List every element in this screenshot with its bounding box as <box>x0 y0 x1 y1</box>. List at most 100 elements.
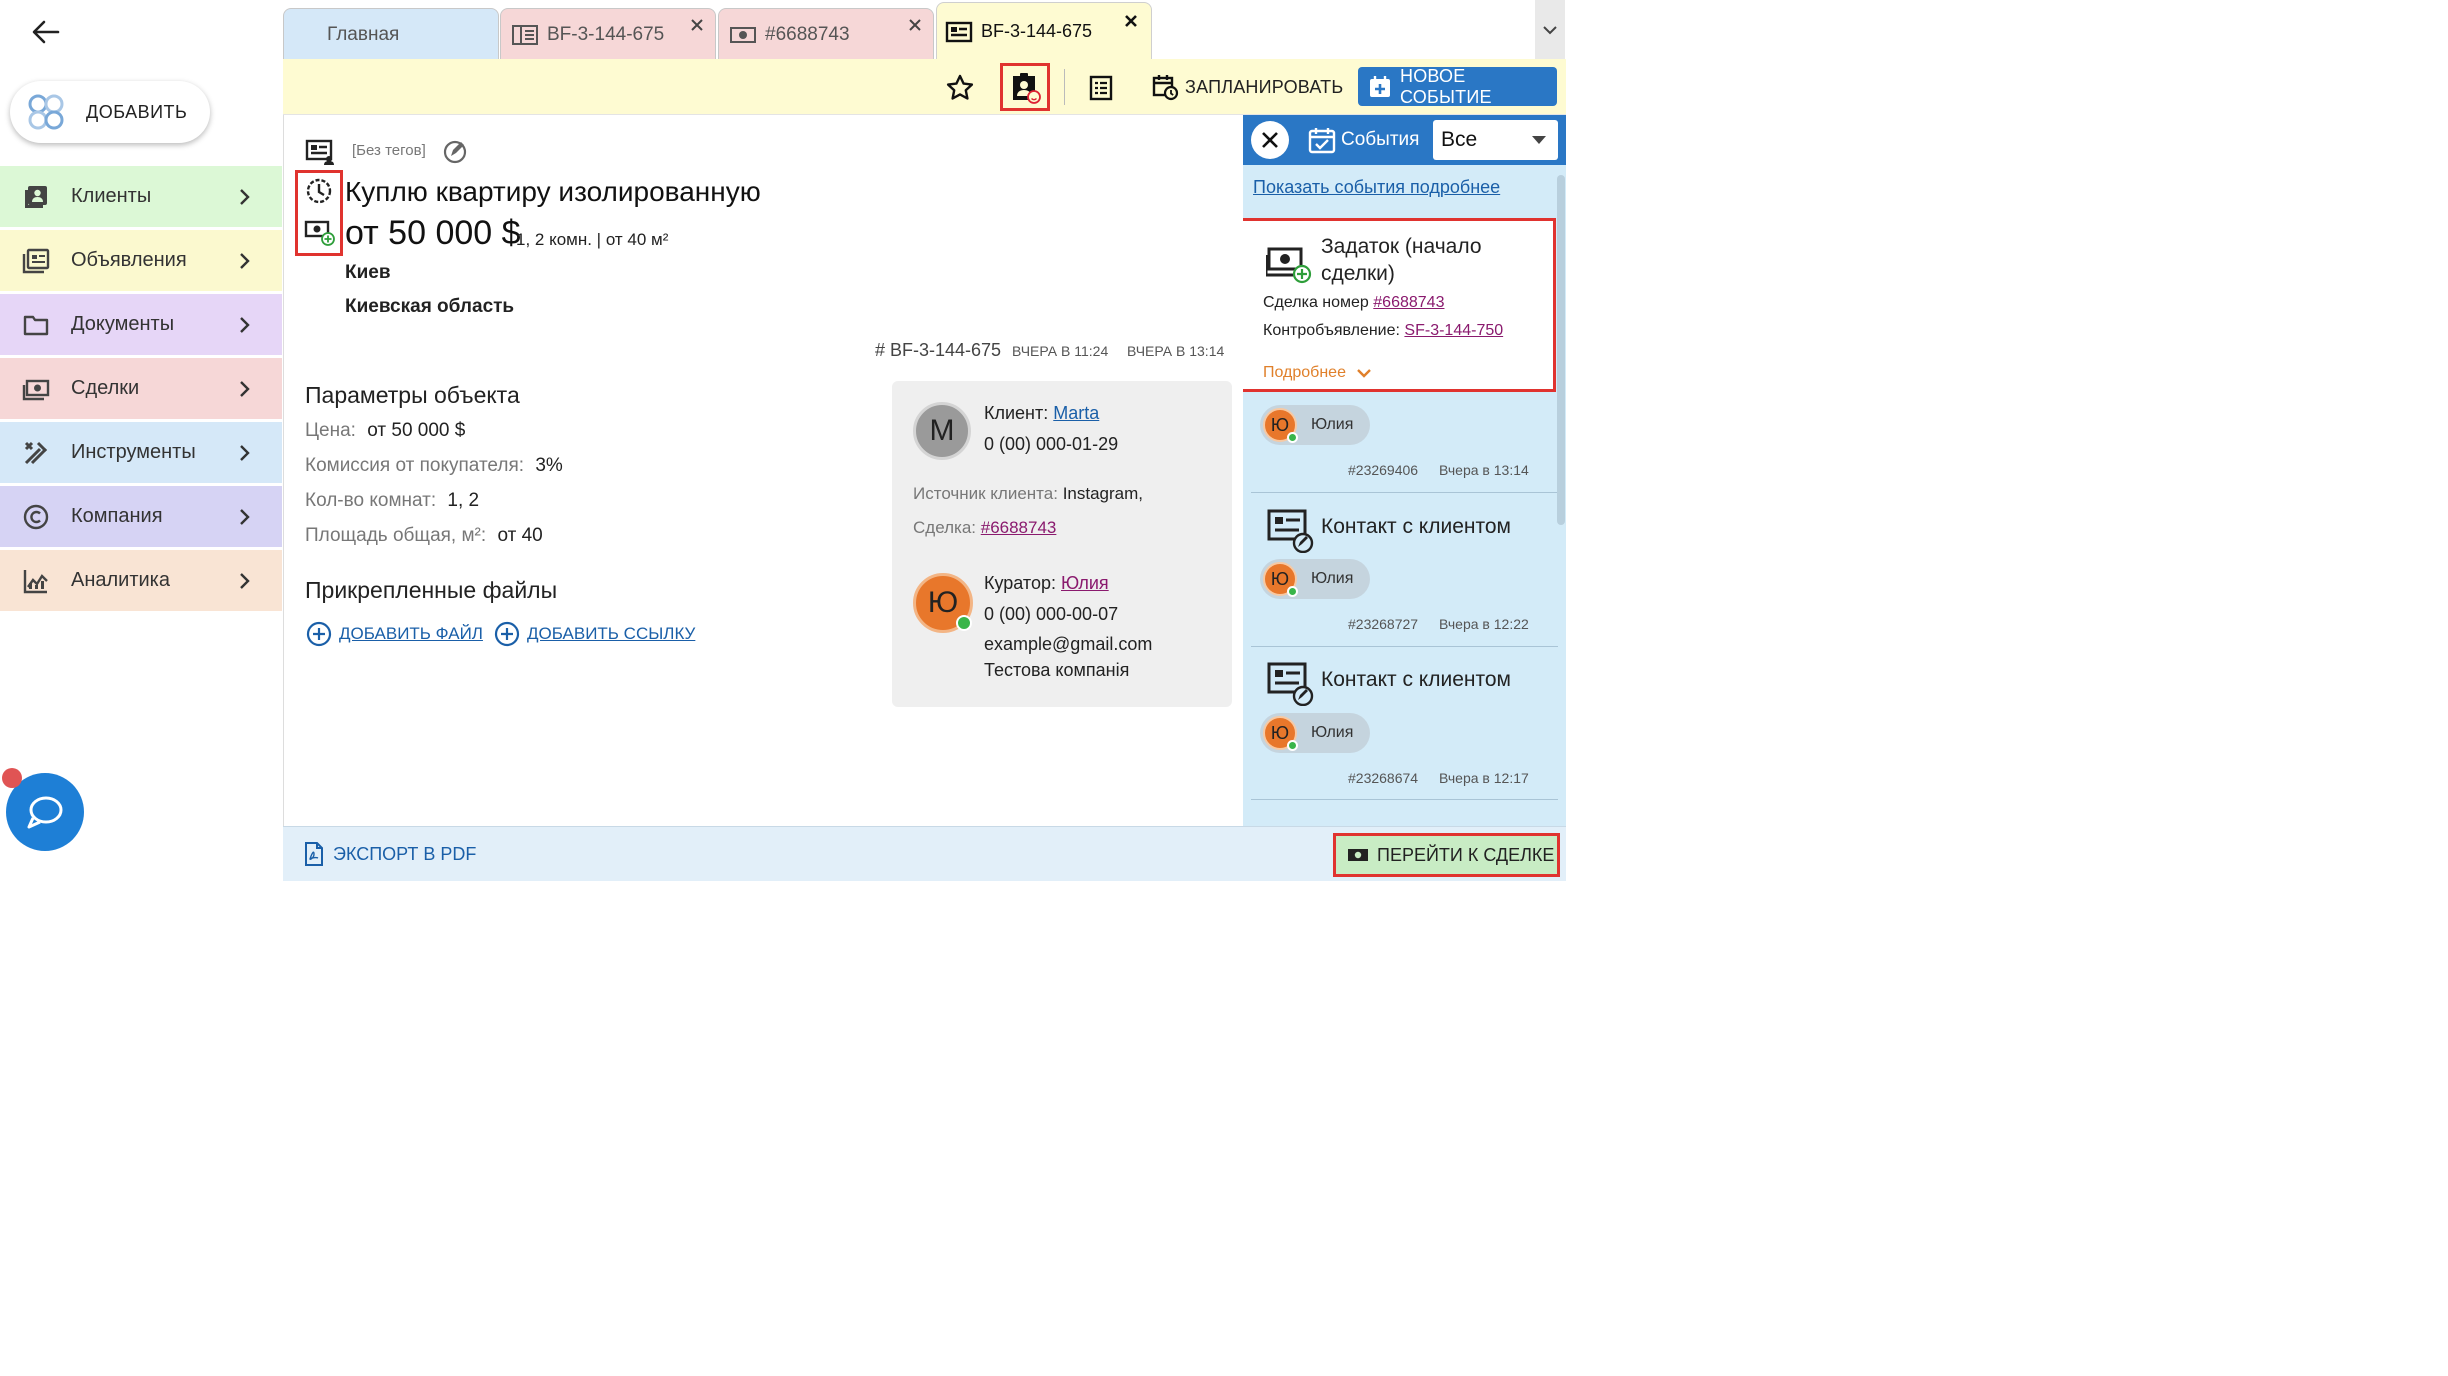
close-icon <box>1260 130 1280 150</box>
tab-listing-active[interactable]: BF-3-144-675 <box>936 2 1152 60</box>
tab-listing[interactable]: BF-3-144-675 <box>500 8 716 60</box>
tab-home[interactable]: Главная <box>283 8 499 60</box>
curator-name-link[interactable]: Юлия <box>1061 573 1109 593</box>
listings-icon <box>22 247 50 275</box>
new-event-button[interactable]: НОВОЕ СОБЫТИЕ <box>1358 66 1557 107</box>
footer-bar: ЭКСПОРТ В PDF ПЕРЕЙТИ К СДЕЛКЕ <box>283 826 1566 881</box>
client-source: Источник клиента: Instagram, <box>913 484 1143 504</box>
event-time: Вчера в 12:22 <box>1439 616 1529 632</box>
goto-deal-label: ПЕРЕЙТИ К СДЕЛКЕ <box>1377 844 1555 865</box>
listing-region: Киевская область <box>345 296 515 317</box>
param-value: 3% <box>535 455 563 476</box>
param-label: Кол-во комнат: <box>305 490 437 511</box>
history-clock-icon[interactable] <box>304 176 334 206</box>
notification-dot <box>2 768 22 788</box>
analytics-icon <box>22 567 50 595</box>
tab-label: BF-3-144-675 <box>981 21 1093 41</box>
deposit-more-label: Подробнее <box>1263 364 1346 381</box>
goto-deal-button[interactable]: ПЕРЕЙТИ К СДЕЛКЕ <box>1333 833 1560 877</box>
event-user-chip[interactable]: Ю Юлия <box>1260 405 1370 445</box>
money-icon <box>729 24 757 46</box>
user-avatar-initial: Ю <box>1270 414 1290 435</box>
deposit-counter-line: Контробъявление: SF-3-144-750 <box>1263 322 1503 340</box>
param-row: Комиссия от покупателя: 3% <box>305 455 563 477</box>
show-events-details-link[interactable]: Показать события подробнее <box>1253 177 1500 198</box>
event-title: Контакт с клиентом <box>1321 668 1511 691</box>
deposit-more-button[interactable]: Подробнее <box>1263 364 1372 382</box>
back-arrow-icon[interactable] <box>28 14 64 50</box>
close-icon[interactable] <box>907 17 923 33</box>
add-file-button[interactable]: ДОБАВИТЬ ФАЙЛ <box>305 620 483 648</box>
client-line: Клиент: Marta <box>984 403 1099 424</box>
sidebar: ДОБАВИТЬ Клиенты Объявления Документы Сд… <box>0 0 283 881</box>
deposit-icon <box>1266 243 1312 285</box>
client-name-link[interactable]: Marta <box>1053 403 1099 423</box>
money-icon <box>22 375 50 403</box>
tab-deal[interactable]: #6688743 <box>718 8 934 60</box>
events-header: События Все <box>1243 115 1566 165</box>
deal-link[interactable]: #6688743 <box>981 518 1057 537</box>
chevron-right-icon <box>232 505 256 529</box>
tab-bar: Главная BF-3-144-675 #6688743 BF-3-144-6… <box>283 0 1566 60</box>
document-list-icon <box>1087 74 1115 102</box>
clients-icon <box>22 183 50 211</box>
files-heading: Прикрепленные файлы <box>305 577 558 603</box>
sidebar-item-listings[interactable]: Объявления <box>0 230 282 291</box>
user-name: Юлия <box>1311 724 1354 741</box>
toolbar-divider <box>1064 69 1065 105</box>
add-button[interactable]: ДОБАВИТЬ <box>10 81 210 143</box>
event-id: #23269406 <box>1348 462 1419 478</box>
curator-line: Куратор: Юлия <box>984 573 1109 594</box>
calendar-check-icon <box>1307 125 1337 155</box>
deposit-deal-link[interactable]: #6688743 <box>1373 294 1444 311</box>
add-logo-icon <box>26 92 66 132</box>
curator-company: Тестова компанія <box>984 660 1130 680</box>
close-icon[interactable] <box>689 17 705 33</box>
events-scrollbar[interactable] <box>1557 175 1565 525</box>
user-avatar-initial: Ю <box>1270 722 1290 743</box>
deposit-counter-label: Контробъявление: <box>1263 322 1400 339</box>
tabs-overflow-button[interactable] <box>1535 0 1565 60</box>
param-value: от 40 <box>497 525 543 546</box>
export-pdf-button[interactable]: ЭКСПОРТ В PDF <box>303 841 476 867</box>
tab-label: #6688743 <box>765 23 850 45</box>
add-link-button[interactable]: ДОБАВИТЬ ССЫЛКУ <box>493 620 695 648</box>
favorite-button[interactable] <box>940 68 980 108</box>
edit-tags-icon[interactable] <box>442 139 468 165</box>
sidebar-item-documents[interactable]: Документы <box>0 294 282 355</box>
schedule-button[interactable]: ЗАПЛАНИРОВАТЬ <box>1151 69 1343 105</box>
details-button[interactable] <box>1081 68 1121 108</box>
chevron-right-icon <box>232 377 256 401</box>
close-events-button[interactable] <box>1251 121 1289 159</box>
listing-icon <box>511 24 539 46</box>
params-heading: Параметры объекта <box>305 382 520 408</box>
event-user-chip[interactable]: Ю Юлия <box>1260 713 1370 753</box>
contact-card: М Клиент: Marta 0 (00) 000-01-29 Источни… <box>892 381 1232 707</box>
close-icon[interactable] <box>1123 13 1139 29</box>
listing-card-icon <box>945 21 973 43</box>
chevron-right-icon <box>232 441 256 465</box>
sidebar-item-analytics[interactable]: Аналитика <box>0 550 282 611</box>
sidebar-item-deals[interactable]: Сделки <box>0 358 282 419</box>
deposit-counter-link[interactable]: SF-3-144-750 <box>1404 322 1503 339</box>
deposit-deal-line: Сделка номер #6688743 <box>1263 294 1444 312</box>
chevron-right-icon <box>232 185 256 209</box>
sidebar-item-tools[interactable]: Инструменты <box>0 422 282 483</box>
events-filter-select[interactable]: Все <box>1433 120 1558 160</box>
sidebar-item-label: Инструменты <box>71 441 196 463</box>
assign-client-button[interactable] <box>1000 63 1050 111</box>
listing-summary: 1, 2 комн. | от 40 м² <box>516 230 669 249</box>
events-title: События <box>1341 129 1420 150</box>
sidebar-item-company[interactable]: Компания <box>0 486 282 547</box>
tab-label: Главная <box>327 23 400 45</box>
toolbar: ЗАПЛАНИРОВАТЬ НОВОЕ СОБЫТИЕ <box>283 59 1566 115</box>
chevron-right-icon <box>232 569 256 593</box>
calendar-plus-icon <box>1368 75 1392 99</box>
client-card-icon <box>1008 70 1042 104</box>
event-user-chip[interactable]: Ю Юлия <box>1260 559 1370 599</box>
deposit-event-card: Задаток (начало сделки) Сделка номер #66… <box>1243 218 1556 392</box>
sidebar-item-clients[interactable]: Клиенты <box>0 166 282 227</box>
deposit-icon[interactable] <box>304 218 336 248</box>
chevron-right-icon <box>232 249 256 273</box>
user-avatar: Ю <box>1263 562 1298 597</box>
